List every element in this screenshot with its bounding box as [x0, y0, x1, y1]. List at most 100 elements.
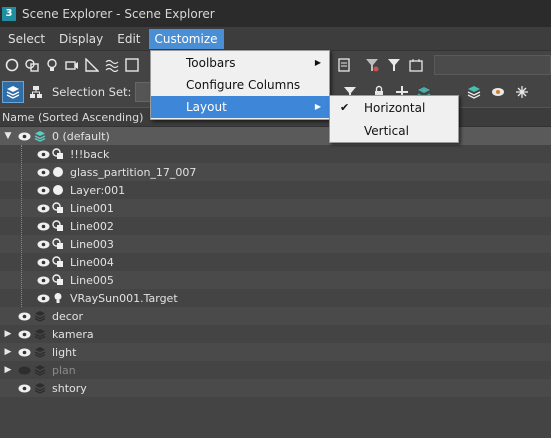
menu-item-horizontal[interactable]: ✔ Horizontal: [330, 97, 458, 119]
shape-icon: [51, 199, 65, 217]
eye-icon[interactable]: [17, 343, 31, 361]
tree-row[interactable]: ▶ plan: [0, 361, 551, 379]
tree-row[interactable]: Line002: [0, 217, 551, 235]
menu-select[interactable]: Select: [2, 29, 51, 49]
helper-filter-icon[interactable]: [84, 57, 100, 73]
tree-row-label: Line004: [70, 255, 114, 269]
checkmark-icon: ✔: [340, 101, 350, 114]
freeze-icon[interactable]: [514, 84, 530, 100]
expand-arrow-icon[interactable]: ▶: [3, 343, 13, 361]
eye-hidden-icon[interactable]: [17, 361, 31, 379]
title-bar: 3 Scene Explorer - Scene Explorer: [0, 0, 551, 27]
tree-row-label: plan: [52, 363, 76, 377]
tree-guide-line: [21, 145, 22, 307]
tree-row-label: 0 (default): [52, 129, 110, 143]
shape-icon: [51, 145, 65, 163]
scene-tree: ▼ 0 (default) !!!back glass_partition_17…: [0, 127, 551, 397]
tree-row-label: shtory: [52, 381, 87, 395]
submenu-arrow-icon: ▶: [314, 102, 321, 111]
layer-icon: [33, 325, 47, 343]
eye-icon[interactable]: [36, 181, 50, 199]
tree-row[interactable]: decor: [0, 307, 551, 325]
expand-arrow-icon[interactable]: ▶: [3, 325, 13, 343]
menu-display[interactable]: Display: [53, 29, 109, 49]
tree-row-label: kamera: [52, 327, 94, 341]
customize-menu: Toolbars ▶ Configure Columns Layout ▶: [150, 50, 330, 120]
shape-icon: [51, 235, 65, 253]
group-filter-icon[interactable]: [124, 57, 140, 73]
menu-item-vertical[interactable]: Vertical: [330, 120, 458, 142]
render-eye-icon[interactable]: [490, 84, 506, 100]
eye-icon[interactable]: [36, 163, 50, 181]
tree-row[interactable]: Line004: [0, 253, 551, 271]
tree-row-label: Line002: [70, 219, 114, 233]
tree-row[interactable]: Line005: [0, 271, 551, 289]
tree-row-label: Layer:001: [70, 183, 126, 197]
sphere-icon: [51, 163, 65, 181]
calendar-icon[interactable]: [408, 57, 424, 73]
tree-row[interactable]: glass_partition_17_007: [0, 163, 551, 181]
tree-row-label: glass_partition_17_007: [70, 165, 197, 179]
display-options-icon[interactable]: [336, 57, 352, 73]
camera-filter-icon[interactable]: [64, 57, 80, 73]
menu-item-toolbars[interactable]: Toolbars ▶: [151, 52, 329, 74]
eye-icon[interactable]: [36, 217, 50, 235]
layout-submenu: ✔ Horizontal Vertical: [329, 95, 459, 143]
menu-item-label: Toolbars: [186, 56, 236, 70]
app-logo: 3: [2, 6, 16, 21]
tree-row[interactable]: ▶ light: [0, 343, 551, 361]
layer-stack-icon[interactable]: [466, 84, 482, 100]
tree-row-label: Line001: [70, 201, 114, 215]
tree-row[interactable]: Line001: [0, 199, 551, 217]
eye-icon[interactable]: [36, 235, 50, 253]
eye-icon[interactable]: [36, 199, 50, 217]
layer-icon: [33, 307, 47, 325]
tree-row[interactable]: shtory: [0, 379, 551, 397]
menu-item-layout[interactable]: Layout ▶: [151, 96, 329, 118]
layer-icon: [33, 361, 47, 379]
filter-icon[interactable]: [386, 57, 402, 73]
menu-item-label: Layout: [186, 100, 227, 114]
tree-row[interactable]: ▶ kamera: [0, 325, 551, 343]
light-filter-icon[interactable]: [44, 57, 60, 73]
menu-item-configure-columns[interactable]: Configure Columns: [151, 74, 329, 96]
eye-icon[interactable]: [36, 253, 50, 271]
light-icon: [51, 289, 65, 307]
search-field[interactable]: [434, 55, 551, 75]
eye-icon[interactable]: [17, 325, 31, 343]
eye-icon[interactable]: [17, 307, 31, 325]
menu-item-label: Vertical: [364, 124, 409, 138]
eye-icon[interactable]: [17, 127, 31, 145]
tree-row-label: !!!back: [70, 147, 110, 161]
layer-icon: [33, 127, 47, 145]
sphere-icon: [51, 181, 65, 199]
tree-row[interactable]: Layer:001: [0, 181, 551, 199]
collapse-arrow-icon[interactable]: ▼: [3, 127, 13, 145]
geometry-filter-icon[interactable]: [4, 57, 20, 73]
tree-row-label: VRaySun001.Target: [70, 291, 178, 305]
tree-row[interactable]: VRaySun001.Target: [0, 289, 551, 307]
filter-off-icon[interactable]: [364, 57, 380, 73]
tree-row-label: light: [52, 345, 77, 359]
hierarchy-icon[interactable]: [28, 84, 44, 100]
menu-edit[interactable]: Edit: [111, 29, 146, 49]
layer-icon: [33, 343, 47, 361]
eye-icon[interactable]: [36, 271, 50, 289]
eye-icon[interactable]: [17, 379, 31, 397]
expand-arrow-icon[interactable]: ▶: [3, 361, 13, 379]
tree-row[interactable]: !!!back: [0, 145, 551, 163]
tree-row-label: Line005: [70, 273, 114, 287]
tree-row[interactable]: Line003: [0, 235, 551, 253]
shape-filter-icon[interactable]: [24, 57, 40, 73]
layer-icon: [33, 379, 47, 397]
menu-customize[interactable]: Customize: [148, 28, 224, 49]
spacewarp-filter-icon[interactable]: [104, 57, 120, 73]
tree-row[interactable]: ▼ 0 (default): [0, 127, 551, 145]
submenu-arrow-icon: ▶: [314, 58, 321, 67]
eye-icon[interactable]: [36, 145, 50, 163]
selection-set-label: Selection Set:: [52, 85, 132, 99]
layer-explorer-button[interactable]: [2, 81, 24, 103]
eye-icon[interactable]: [36, 289, 50, 307]
shape-icon: [51, 271, 65, 289]
tree-row-label: Line003: [70, 237, 114, 251]
